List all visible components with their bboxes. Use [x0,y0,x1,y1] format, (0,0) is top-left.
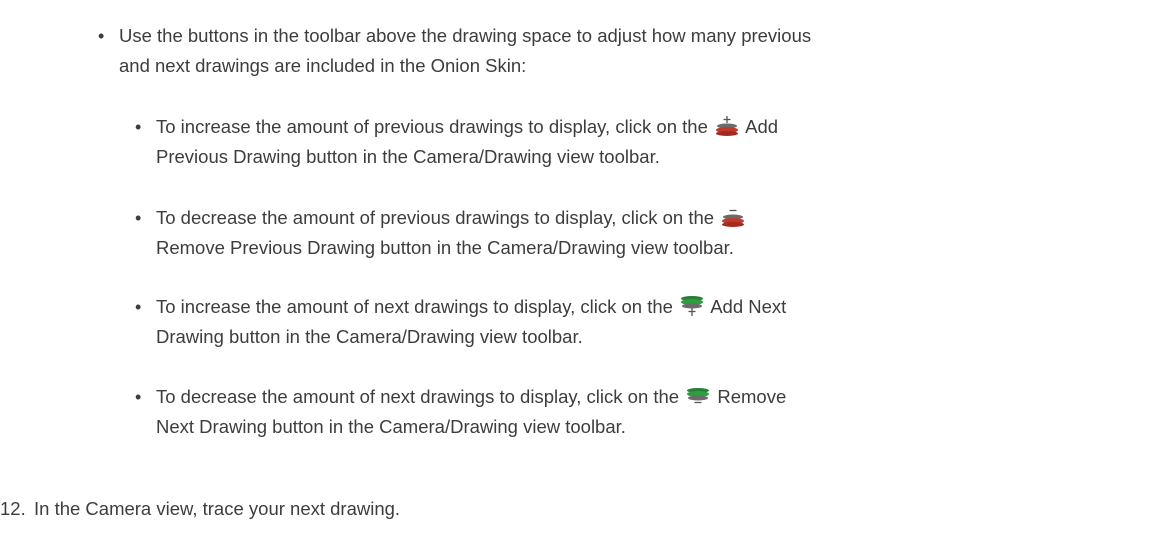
sub-bullet-line-2: Remove Previous Drawing button in the Ca… [156,237,734,258]
bullet-dot: • [135,117,142,137]
sub-bullet-text: To increase the amount of previous drawi… [156,116,708,137]
sub-bullet-line-2: Next Drawing button in the Camera/Drawin… [156,416,626,437]
sub-bullet-line-2: Drawing button in the Camera/Drawing vie… [156,326,583,347]
sub-bullet-add-previous: • To increase the amount of previous dra… [135,112,1146,172]
sub-bullet-text: To increase the amount of next drawings … [156,296,673,317]
sub-bullet-text-tail: Remove [717,386,787,407]
sub-bullet-line-2: Previous Drawing button in the Camera/Dr… [156,146,660,167]
bullet-dot: • [98,26,105,46]
main-bullet-item: • Use the buttons in the toolbar above t… [98,21,1149,81]
step-number: 12. [0,498,26,519]
sub-bullet-remove-next: • To decrease the amount of next drawing… [135,382,1146,442]
bullet-dot: • [135,387,142,407]
add-previous-drawing-icon [716,116,739,136]
step-text: In the Camera view, trace your next draw… [34,498,401,519]
remove-previous-drawing-icon [722,209,745,227]
main-bullet-line-2: and next drawings are included in the On… [119,55,527,76]
bullet-dot: • [135,297,142,317]
main-bullet-line-1: Use the buttons in the toolbar above the… [119,25,812,46]
remove-next-drawing-icon [687,388,710,404]
sub-bullet-text: To decrease the amount of next drawings … [156,386,680,407]
sub-bullet-text: To decrease the amount of previous drawi… [156,207,715,228]
step-12: 12. In the Camera view, trace your next d… [0,494,1150,524]
bullet-dot: • [135,208,142,228]
sub-bullet-remove-previous: • To decrease the amount of previous dra… [135,203,1146,263]
sub-bullet-text-tail: Add [745,116,779,137]
add-next-drawing-icon [681,296,704,316]
sub-bullet-add-next: • To increase the amount of next drawing… [135,292,1146,352]
sub-bullet-text-tail: Add Next [710,296,787,317]
